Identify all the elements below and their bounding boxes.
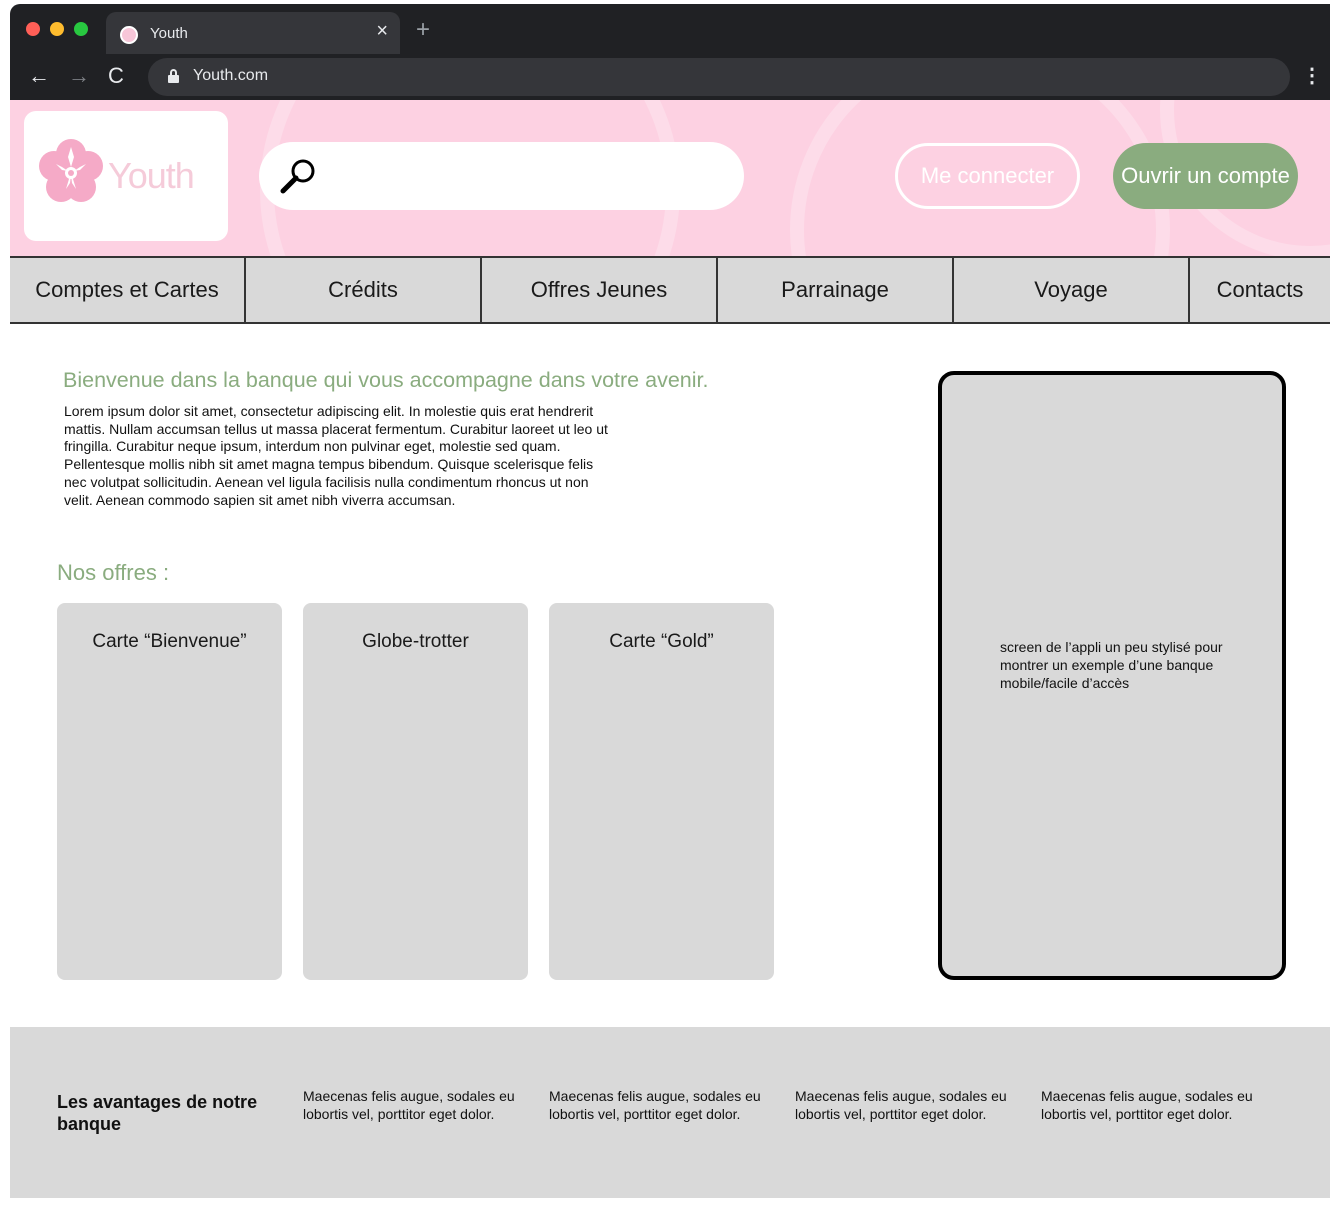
nav-item-parrainage[interactable]: Parrainage: [718, 258, 954, 322]
open-account-button[interactable]: Ouvrir un compte: [1113, 143, 1298, 209]
new-tab-icon[interactable]: +: [416, 18, 430, 42]
offer-card-gold[interactable]: Carte “Gold”: [549, 603, 774, 980]
maximize-window-button[interactable]: [74, 22, 88, 36]
nav-item-offres-jeunes[interactable]: Offres Jeunes: [482, 258, 718, 322]
offer-card-label: Carte “Gold”: [609, 631, 714, 652]
nav-item-credits[interactable]: Crédits: [246, 258, 482, 322]
tab-title: Youth: [150, 25, 188, 42]
nav-item-contacts[interactable]: Contacts: [1190, 258, 1330, 322]
tab-close-icon[interactable]: ×: [376, 21, 388, 41]
reload-icon[interactable]: C: [108, 64, 124, 88]
advantage-item: Maecenas felis augue, sodales eu loborti…: [1041, 1088, 1253, 1122]
advantages-title: Les avantages de notre banque: [57, 1092, 258, 1134]
advantages-section: Les avantages de notre banque Maecenas f…: [10, 1027, 1330, 1198]
browser-menu-icon[interactable]: ⋮: [1302, 64, 1322, 88]
offer-card-label: Globe-trotter: [362, 631, 469, 652]
browser-chrome: Youth × + ← → C Youth.com ⋮: [10, 4, 1330, 100]
main-navigation: Comptes et Cartes Crédits Offres Jeunes …: [10, 256, 1330, 324]
browser-tab[interactable]: Youth ×: [106, 12, 400, 54]
search-input[interactable]: [329, 156, 729, 196]
advantage-item: Maecenas felis augue, sodales eu loborti…: [549, 1088, 761, 1122]
magnifier-search-icon[interactable]: [279, 156, 319, 196]
nav-item-voyage[interactable]: Voyage: [954, 258, 1190, 322]
phone-placeholder-note: screen de l’appli un peu stylisé pour mo…: [1000, 639, 1223, 691]
forward-arrow-icon[interactable]: →: [68, 64, 90, 88]
close-window-button[interactable]: [26, 22, 40, 36]
offers-title: Nos offres :: [57, 560, 170, 585]
search-bar[interactable]: [259, 142, 744, 210]
logo[interactable]: Youth: [24, 111, 228, 241]
offer-card-label: Carte “Bienvenue”: [92, 631, 247, 652]
phone-app-mockup: screen de l’appli un peu stylisé pour mo…: [938, 371, 1286, 980]
offer-card-bienvenue[interactable]: Carte “Bienvenue”: [57, 603, 282, 980]
logo-text: Youth: [108, 155, 195, 196]
nav-item-comptes-et-cartes[interactable]: Comptes et Cartes: [10, 258, 246, 322]
advantage-item: Maecenas felis augue, sodales eu loborti…: [303, 1088, 515, 1122]
sakura-logo-icon: [39, 139, 103, 202]
login-button[interactable]: Me connecter: [895, 143, 1080, 209]
welcome-title: Bienvenue dans la banque qui vous accomp…: [63, 368, 709, 392]
address-bar[interactable]: Youth.com: [148, 58, 1290, 96]
site-header: Youth Me connecter Ouvrir un compte: [10, 100, 1330, 256]
welcome-text: Lorem ipsum dolor sit amet, consectetur …: [64, 403, 608, 508]
back-arrow-icon[interactable]: ←: [28, 64, 50, 88]
advantage-item: Maecenas felis augue, sodales eu loborti…: [795, 1088, 1007, 1122]
url-text: Youth.com: [193, 67, 269, 84]
offer-card-globe-trotter[interactable]: Globe-trotter: [303, 603, 528, 980]
favicon-icon: [120, 26, 138, 44]
minimize-window-button[interactable]: [50, 22, 64, 36]
lock-icon: [168, 69, 179, 83]
